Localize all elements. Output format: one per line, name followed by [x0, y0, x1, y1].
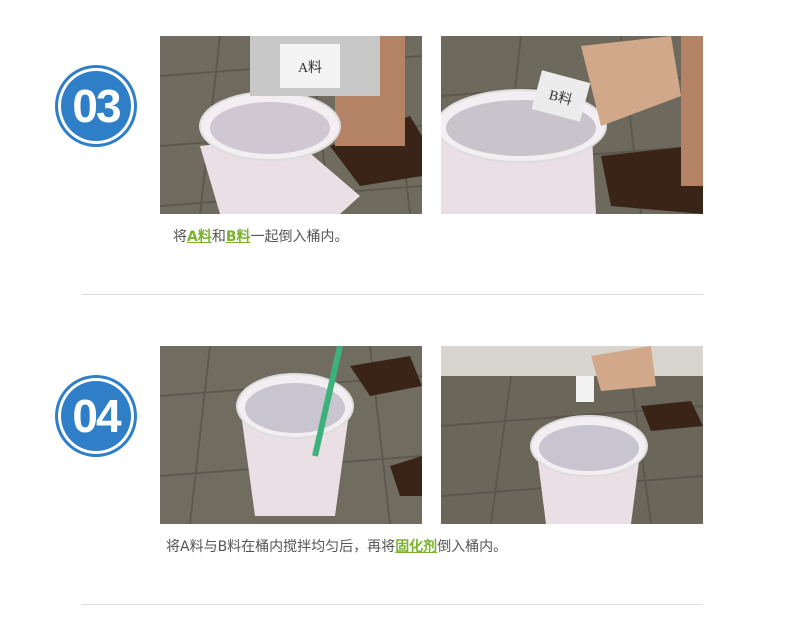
photo-pour-curing	[441, 346, 703, 524]
step-caption: 将A料与B料在桶内搅拌均匀后，再将固化剂倒入桶内。	[166, 539, 508, 555]
highlight-a: A料	[187, 229, 212, 245]
step-caption: 将A料和B料一起倒入桶内。	[173, 229, 349, 245]
bag-label-a: A料	[298, 60, 322, 76]
step-number-badge: 04	[58, 378, 134, 454]
highlight-curing-agent: 固化剂	[395, 539, 438, 555]
photo-pour-a: A料	[160, 36, 422, 214]
divider	[82, 604, 703, 605]
photo-pour-b: B料	[441, 36, 703, 214]
divider	[82, 294, 703, 295]
step-number: 03	[72, 80, 121, 132]
highlight-b: B料	[225, 229, 251, 245]
step-number-badge: 03	[58, 68, 134, 144]
photo-stir	[160, 346, 422, 524]
step-number: 04	[72, 390, 121, 442]
